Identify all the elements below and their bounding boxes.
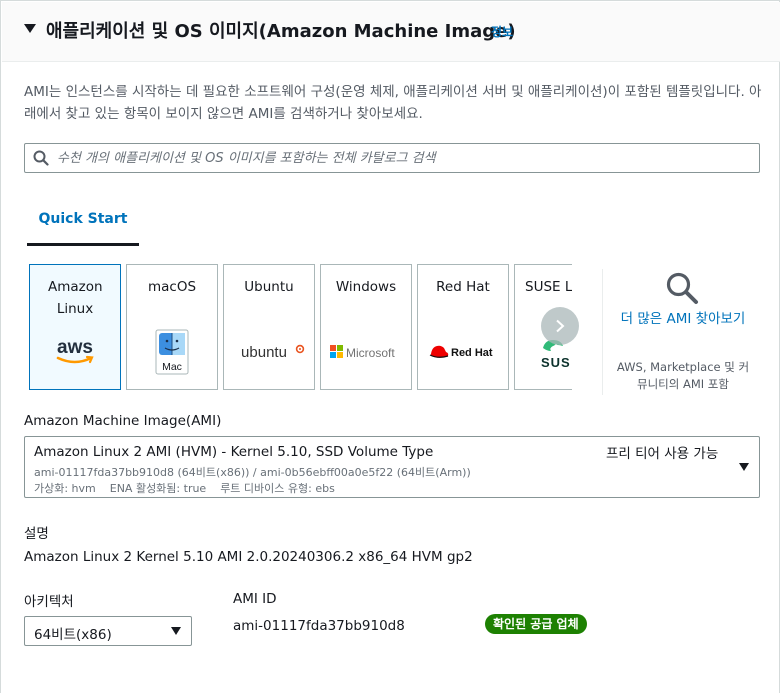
os-tile-label: Red Hat	[436, 279, 490, 295]
browse-more-amis-link[interactable]: 더 많은 AMI 찾아보기	[613, 309, 753, 330]
ami-name: Amazon Linux 2 AMI (HVM) - Kernel 5.10, …	[34, 444, 434, 460]
section-title: 애플리케이션 및 OS 이미지(Amazon Machine Image)	[46, 21, 516, 42]
chevron-right-icon	[556, 319, 565, 333]
os-tile-label: Windows	[335, 279, 397, 295]
os-tile-macos[interactable]: macOS Mac	[126, 264, 218, 390]
os-tile-label: Ubuntu	[244, 279, 294, 295]
ami-description-value: Amazon Linux 2 Kernel 5.10 AMI 2.0.20240…	[24, 549, 473, 565]
collapse-caret-icon[interactable]	[24, 24, 36, 33]
os-tiles-carousel: Amazon Linux aws macOS Mac Ubuntu ubuntu…	[29, 264, 572, 390]
tiles-divider	[602, 269, 603, 395]
os-tile-ubuntu[interactable]: Ubuntu ubuntu	[223, 264, 315, 390]
ami-id-value: ami-01117fda37bb910d8	[233, 618, 405, 634]
carousel-next-button[interactable]	[541, 307, 579, 345]
os-tile-label: Amazon Linux	[48, 279, 103, 317]
browse-more-subtitle: AWS, Marketplace 및 커뮤니티의 AMI 포함	[616, 360, 750, 391]
os-tile-red-hat[interactable]: Red Hat Red Hat	[417, 264, 509, 390]
os-tile-windows[interactable]: Windows Microsoft	[320, 264, 412, 390]
info-link[interactable]: 정보	[491, 23, 513, 40]
tab-quick-start-label: Quick Start	[38, 211, 128, 227]
ubuntu-logo-icon: ubuntu	[224, 327, 314, 377]
ami-ids: ami-01117fda37bb910d8 (64비트(x86)) / ami-…	[34, 466, 471, 479]
ami-select[interactable]: Amazon Linux 2 AMI (HVM) - Kernel 5.10, …	[24, 436, 760, 498]
tab-quick-start[interactable]: Quick Start	[27, 200, 139, 246]
free-tier-label: 프리 티어 사용 가능	[606, 446, 719, 462]
microsoft-logo-icon: Microsoft	[321, 327, 411, 377]
os-tile-label: SUSE Li	[525, 279, 572, 295]
ubuntu-logo-text: ubuntu	[241, 344, 287, 361]
redhat-logo-icon: Red Hat	[418, 327, 508, 377]
section-description: AMI는 인스턴스를 시작하는 데 필요한 소프트웨어 구성(운영 체제, 애플…	[24, 84, 762, 122]
ami-id-label: AMI ID	[233, 591, 277, 607]
ami-search-box[interactable]	[24, 143, 760, 173]
ami-section-panel: 애플리케이션 및 OS 이미지(Amazon Machine Image) 정보…	[0, 0, 780, 693]
mac-finder-icon: Mac	[127, 327, 217, 377]
section-header[interactable]: 애플리케이션 및 OS 이미지(Amazon Machine Image) 정보	[2, 2, 780, 62]
os-tile-amazon-linux[interactable]: Amazon Linux aws	[29, 264, 121, 390]
ami-search-input[interactable]	[57, 144, 747, 172]
browse-search-icon[interactable]	[665, 271, 699, 305]
dropdown-caret-icon	[171, 627, 181, 635]
architecture-label: 아키텍처	[24, 594, 74, 610]
mac-logo-text: Mac	[162, 361, 182, 373]
search-icon	[33, 150, 49, 166]
microsoft-logo-text: Microsoft	[346, 346, 395, 360]
aws-logo-text: aws	[57, 337, 93, 358]
suse-logo-text: SUS	[541, 355, 571, 370]
ami-attributes: 가상화: hvm ENA 활성화됨: true 루트 디바이스 유형: ebs	[34, 482, 335, 495]
dropdown-caret-icon	[739, 463, 749, 471]
verified-provider-badge: 확인된 공급 업체	[485, 614, 587, 634]
architecture-value: 64비트(x86)	[34, 627, 112, 643]
architecture-select[interactable]: 64비트(x86)	[24, 616, 192, 646]
description-label: 설명	[24, 526, 49, 542]
ami-field-label: Amazon Machine Image(AMI)	[24, 413, 222, 429]
aws-logo-icon: aws	[30, 327, 120, 377]
redhat-logo-text: Red Hat	[451, 347, 493, 359]
os-tile-label: macOS	[147, 279, 197, 295]
